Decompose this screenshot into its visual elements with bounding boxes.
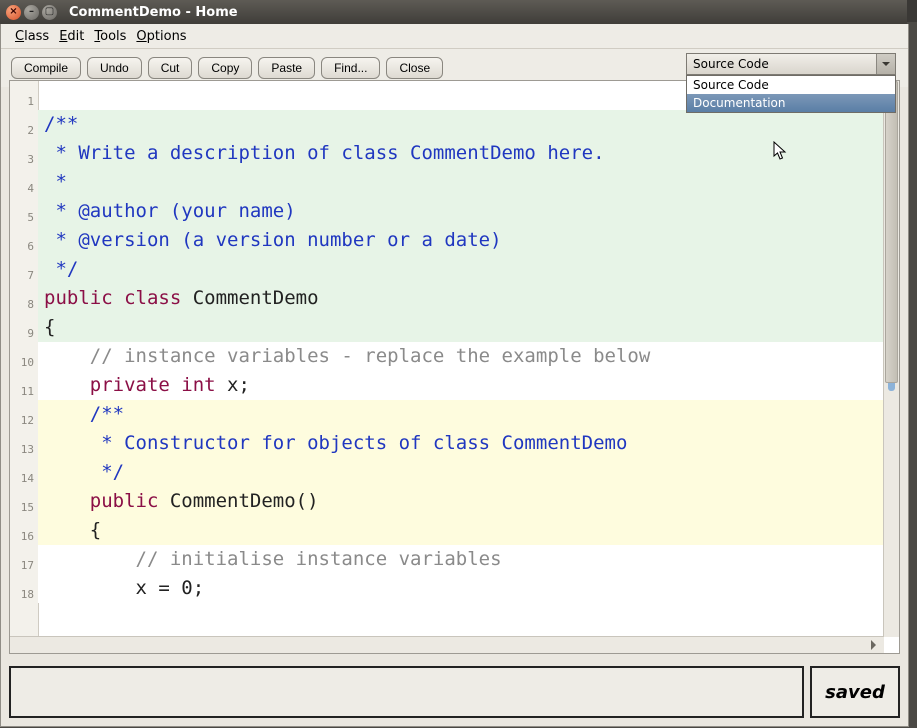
code-line: // initialise instance variables xyxy=(44,548,502,570)
code-token: public xyxy=(44,287,113,309)
code-line: */ xyxy=(44,461,124,483)
paste-button[interactable]: Paste xyxy=(258,57,315,79)
line-number: 3 xyxy=(10,145,38,174)
code-token: public xyxy=(44,490,158,512)
code-line: { xyxy=(44,519,101,541)
line-number: 6 xyxy=(10,232,38,261)
code-line: * @author (your name) xyxy=(44,200,296,222)
code-line: * Write a description of class CommentDe… xyxy=(44,142,605,164)
editor: 1 2 3 4 5 6 7 8 9 10 11 12 13 14 15 16 1… xyxy=(9,80,900,654)
vertical-scrollbar[interactable] xyxy=(883,81,899,637)
line-number: 12 xyxy=(10,406,38,435)
horizontal-scrollbar[interactable] xyxy=(10,636,884,653)
scroll-right-icon[interactable] xyxy=(868,637,884,653)
line-number: 17 xyxy=(10,551,38,580)
view-option-documentation[interactable]: Documentation xyxy=(687,94,895,112)
chevron-down-icon[interactable] xyxy=(876,54,895,74)
line-number: 13 xyxy=(10,435,38,464)
line-number: 1 xyxy=(10,87,38,116)
menu-tools[interactable]: Tools xyxy=(90,27,130,46)
view-dropdown-list: Source Code Documentation xyxy=(686,75,896,113)
line-number: 15 xyxy=(10,493,38,522)
code-line: { xyxy=(44,316,55,338)
code-token: int xyxy=(170,374,216,396)
maximize-window-icon[interactable]: ▢ xyxy=(42,5,57,20)
line-number: 7 xyxy=(10,261,38,290)
code-line: x = 0; xyxy=(44,577,204,599)
code-line: /** xyxy=(44,403,124,425)
close-window-icon[interactable]: × xyxy=(6,5,21,20)
line-number: 16 xyxy=(10,522,38,551)
code-token: class xyxy=(113,287,182,309)
app-surface: Class Edit Tools Options Compile Undo Cu… xyxy=(0,24,909,727)
line-number: 5 xyxy=(10,203,38,232)
code-token: private xyxy=(44,374,170,396)
code-line: /** xyxy=(44,113,78,135)
menu-bar: Class Edit Tools Options xyxy=(1,24,908,49)
line-number-gutter: 1 2 3 4 5 6 7 8 9 10 11 12 13 14 15 16 1… xyxy=(10,81,39,637)
code-line: * Constructor for objects of class Comme… xyxy=(44,432,627,454)
message-area xyxy=(9,666,804,718)
code-token: CommentDemo() xyxy=(158,490,318,512)
find-button[interactable]: Find... xyxy=(321,57,380,79)
title-bar: × – ▢ CommentDemo - Home xyxy=(0,0,907,24)
minimize-window-icon[interactable]: – xyxy=(24,5,39,20)
undo-button[interactable]: Undo xyxy=(87,57,142,79)
menu-edit[interactable]: Edit xyxy=(55,27,88,46)
view-option-source[interactable]: Source Code xyxy=(687,76,895,94)
window-buttons: × – ▢ xyxy=(0,5,63,20)
scrollbar-thumb[interactable] xyxy=(885,81,898,383)
status-row: saved xyxy=(9,666,900,718)
code-line: * @version (a version number or a date) xyxy=(44,229,502,251)
cut-button[interactable]: Cut xyxy=(148,57,193,79)
line-number: 14 xyxy=(10,464,38,493)
line-number: 10 xyxy=(10,348,38,377)
save-status: saved xyxy=(810,666,900,718)
code-line: // instance variables - replace the exam… xyxy=(44,345,650,367)
copy-button[interactable]: Copy xyxy=(198,57,252,79)
compile-button[interactable]: Compile xyxy=(11,57,81,79)
view-dropdown[interactable]: Source Code Source Code Documentation xyxy=(686,53,896,75)
view-dropdown-display[interactable]: Source Code xyxy=(686,53,896,75)
line-number: 8 xyxy=(10,290,38,319)
line-number: 18 xyxy=(10,580,38,609)
code-line: * xyxy=(44,171,67,193)
close-button[interactable]: Close xyxy=(386,57,443,79)
line-number: 4 xyxy=(10,174,38,203)
code-token: x; xyxy=(216,374,250,396)
window-title: CommentDemo - Home xyxy=(69,5,238,20)
app-window: × – ▢ CommentDemo - Home Class Edit Tool… xyxy=(0,0,917,728)
code-token: CommentDemo xyxy=(181,287,318,309)
line-number: 9 xyxy=(10,319,38,348)
code-area[interactable]: /** * Write a description of class Comme… xyxy=(38,81,884,637)
menu-class[interactable]: Class xyxy=(11,27,53,46)
code-line: */ xyxy=(44,258,78,280)
menu-options[interactable]: Options xyxy=(132,27,190,46)
line-number: 2 xyxy=(10,116,38,145)
view-dropdown-selected: Source Code xyxy=(693,57,769,71)
line-number: 11 xyxy=(10,377,38,406)
